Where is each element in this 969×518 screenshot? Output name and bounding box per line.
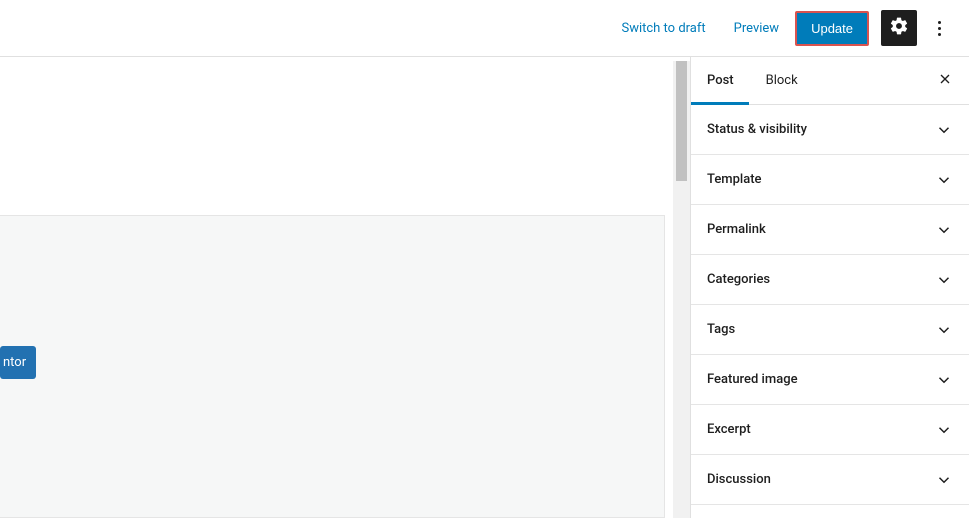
tab-post[interactable]: Post (691, 57, 750, 105)
close-sidebar-button[interactable] (921, 57, 969, 105)
panel-template[interactable]: Template (691, 155, 969, 205)
chevron-down-icon (935, 121, 953, 139)
panel-label: Permalink (707, 222, 766, 237)
canvas-wrap: ntor (0, 57, 690, 518)
panel-categories[interactable]: Categories (691, 255, 969, 305)
content-canvas[interactable]: ntor (0, 215, 665, 518)
chevron-down-icon (935, 221, 953, 239)
panel-status-visibility[interactable]: Status & visibility (691, 105, 969, 155)
tab-active-indicator (691, 102, 749, 105)
close-icon (937, 71, 953, 91)
panel-label: Tags (707, 322, 735, 337)
editor-main: ntor Post Block Status & visibility Temp… (0, 57, 969, 518)
preview-link[interactable]: Preview (722, 13, 791, 44)
chevron-down-icon (935, 421, 953, 439)
panel-label: Featured image (707, 372, 798, 387)
editor-toolbar: Switch to draft Preview Update (0, 0, 969, 57)
tab-block[interactable]: Block (750, 57, 814, 105)
panel-label: Categories (707, 272, 770, 287)
panel-label: Excerpt (707, 422, 751, 437)
panels-list: Status & visibility Template Permalink C… (691, 105, 969, 518)
sidebar-tabs: Post Block (691, 57, 969, 105)
panel-permalink[interactable]: Permalink (691, 205, 969, 255)
elementor-button[interactable]: ntor (0, 346, 36, 379)
gear-icon (889, 16, 909, 40)
chevron-down-icon (935, 321, 953, 339)
scrollbar[interactable] (673, 61, 690, 518)
panel-label: Discussion (707, 472, 771, 487)
switch-to-draft-link[interactable]: Switch to draft (609, 13, 717, 44)
chevron-down-icon (935, 171, 953, 189)
more-options-button[interactable] (921, 10, 957, 46)
panel-label: Status & visibility (707, 122, 807, 137)
scrollbar-thumb[interactable] (676, 61, 687, 181)
panel-tags[interactable]: Tags (691, 305, 969, 355)
chevron-down-icon (935, 371, 953, 389)
panel-excerpt[interactable]: Excerpt (691, 405, 969, 455)
settings-button[interactable] (881, 10, 917, 46)
more-vertical-icon (938, 19, 941, 37)
chevron-down-icon (935, 271, 953, 289)
chevron-down-icon (935, 471, 953, 489)
settings-sidebar: Post Block Status & visibility Template … (690, 57, 969, 518)
panel-featured-image[interactable]: Featured image (691, 355, 969, 405)
panel-discussion[interactable]: Discussion (691, 455, 969, 505)
panel-label: Template (707, 172, 762, 187)
update-button[interactable]: Update (795, 11, 869, 46)
